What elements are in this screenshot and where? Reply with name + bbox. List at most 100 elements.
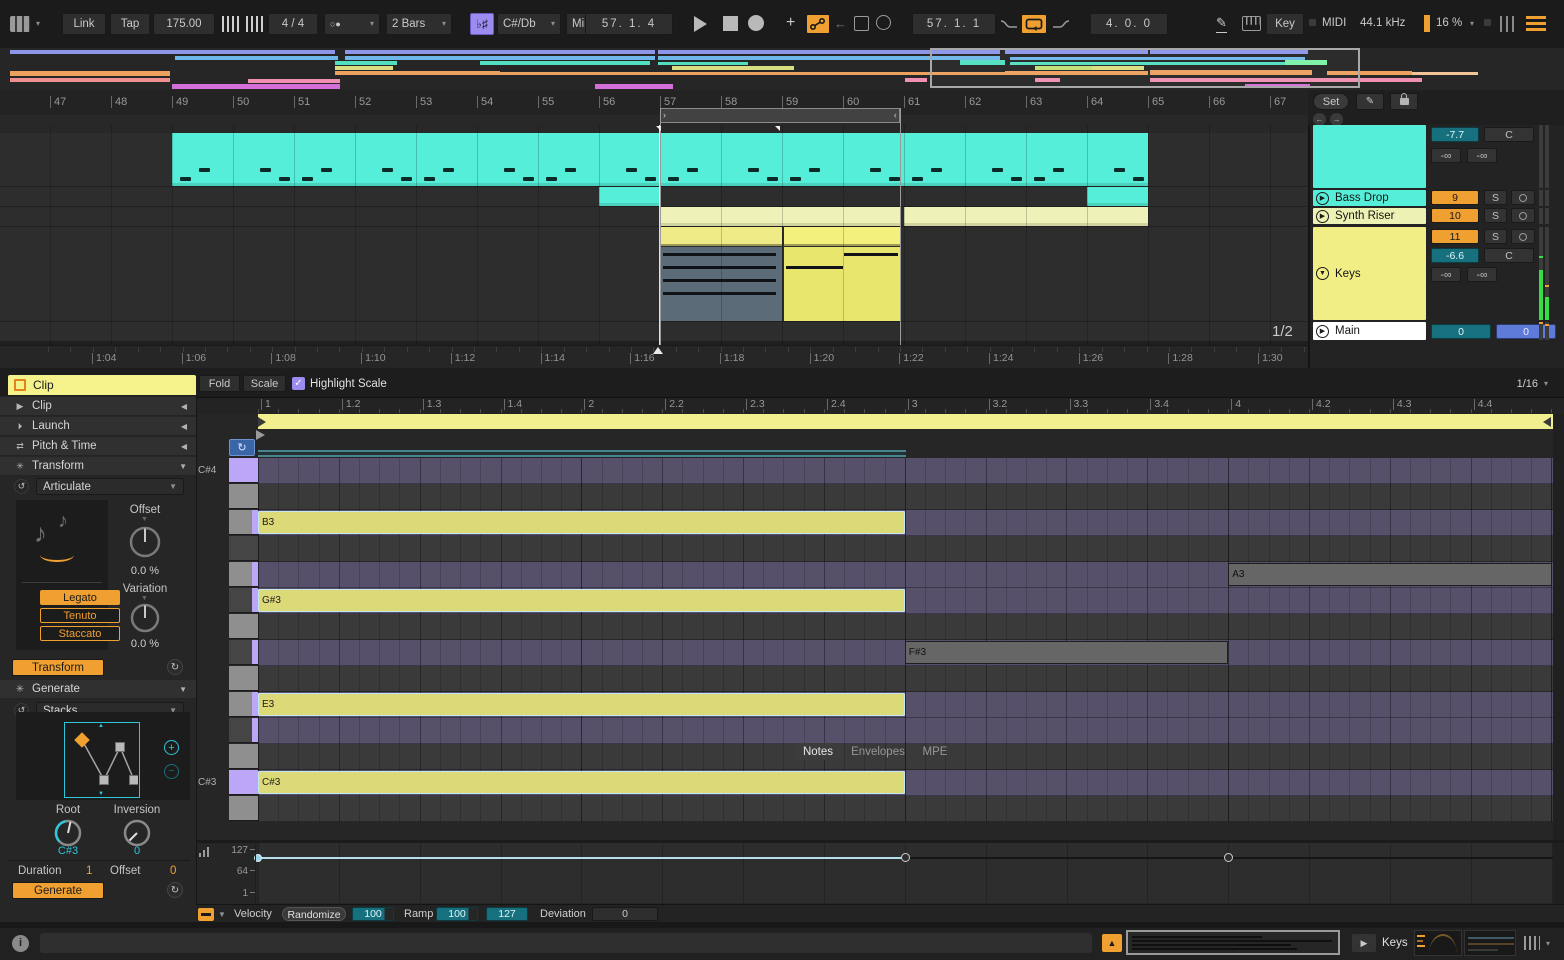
piano-key-gs3[interactable] [229,588,258,613]
section-collapsed-icon[interactable]: ◀ [181,402,187,411]
transform-apply-button[interactable]: Transform [12,659,104,676]
editor-loop-toggle[interactable]: ↻ [229,439,255,456]
track-arm-button[interactable] [1511,229,1535,244]
section-collapsed-icon[interactable]: ◀ [181,422,187,431]
track-input-field[interactable]: 11 [1431,229,1479,244]
piano-key-g3[interactable] [229,614,258,639]
remove-stack-button[interactable]: − [164,764,179,779]
track-title-chip[interactable] [1313,125,1426,188]
midi-note[interactable]: A3 [1228,563,1551,586]
piano-key-fs3[interactable] [229,640,258,665]
section-transform[interactable]: ✳Transform▼ [0,457,196,476]
variation-value[interactable]: 0.0 % [115,638,175,650]
track-play-icon[interactable]: ▶ [1316,325,1329,338]
transform-reroll-icon[interactable]: ↺ [14,479,29,494]
track-solo-button[interactable]: S [1484,208,1507,223]
mode-staccato-button[interactable]: Staccato [40,626,120,641]
piano-key-a3[interactable] [229,562,258,587]
tab-mpe[interactable]: MPE [914,743,956,760]
device-thumbnail-1[interactable] [1414,930,1462,956]
section-clip[interactable]: ▶Clip◀ [0,397,196,416]
offset-knob[interactable] [125,522,165,562]
transform-preset-menu[interactable]: Articulate▼ [36,478,184,495]
fold-button[interactable]: Fold [199,375,240,392]
root-value[interactable]: C#3 [38,845,98,857]
track-volume-field[interactable]: -6.6 [1431,248,1479,263]
piano-key-d3[interactable] [229,744,258,769]
deviation-field[interactable]: 0 [592,907,658,921]
track-pan-field[interactable]: C [1484,127,1534,142]
arrangement-minimap[interactable] [1126,930,1340,955]
section-pitch-time[interactable]: ⇄Pitch & Time◀ [0,437,196,456]
track-title-chip[interactable]: ▶Synth Riser [1313,208,1426,224]
tab-notes[interactable]: Notes [795,743,841,760]
editor-beat-ruler[interactable] [196,397,1564,414]
clip-tab[interactable]: Clip [8,375,196,395]
meter-caret-icon[interactable]: ▾ [1546,940,1550,948]
track-send-a[interactable]: -∞ [1431,267,1461,282]
piano-key-cs3[interactable] [229,770,258,795]
midi-note[interactable]: C#3 [258,771,905,794]
track-solo-button[interactable]: S [1484,229,1507,244]
track-arm-button[interactable] [1511,208,1535,223]
section-expanded-icon[interactable]: ▼ [179,462,187,471]
show-push-button[interactable]: ▲ [1102,934,1122,952]
variation-knob[interactable] [127,600,163,636]
midi-clip-header[interactable] [784,227,900,246]
add-stack-button[interactable]: + [164,740,179,755]
piano-key-cs4[interactable] [229,458,258,483]
section-generate[interactable]: ✳ Generate ▼ [0,680,196,699]
arrangement-clip[interactable] [1087,187,1148,206]
ramp-from-field[interactable]: 100 [436,907,478,921]
tab-envelopes[interactable]: Envelopes [846,743,910,760]
mode-legato-button[interactable]: Legato [40,590,120,605]
track-lane[interactable] [0,227,1308,321]
highlight-scale-label[interactable]: Highlight Scale [310,378,387,390]
lock-envelopes-button[interactable] [1390,93,1418,110]
set-locator-button[interactable]: Set [1313,93,1349,110]
track-title-chip[interactable]: ▶Main [1313,322,1426,340]
track-volume-field[interactable]: 0 [1431,324,1491,339]
track-play-icon[interactable]: ▶ [1316,192,1329,205]
lane-chooser-button[interactable] [198,908,214,921]
footer-play-button[interactable]: ▶ [1352,934,1376,952]
track-send-b[interactable]: -∞ [1467,267,1497,282]
piano-key-f3[interactable] [229,666,258,691]
track-volume-field[interactable]: -7.7 [1431,127,1479,142]
grid-value[interactable]: 1/16 [1498,378,1538,390]
device-thumbnail-2[interactable] [1464,930,1516,956]
track-solo-button[interactable]: S [1484,190,1507,205]
randomize-button[interactable]: Randomize [282,907,346,921]
track-send-a[interactable]: -∞ [1431,148,1461,163]
arrangement-loop-brace[interactable]: ›‹ [660,108,900,123]
midi-note[interactable]: F#3 [905,641,1228,664]
info-icon[interactable]: i [12,935,29,952]
status-message-field[interactable] [40,933,1092,953]
duration-value[interactable]: 1 [86,865,92,877]
piano-key-ds3[interactable] [229,718,258,743]
midi-clip-body[interactable] [784,247,900,321]
transform-refresh-button[interactable]: ↻ [167,659,183,675]
highlight-scale-checkbox[interactable]: ✓ [292,377,305,390]
generate-apply-button[interactable]: Generate [12,882,104,899]
offset-value[interactable]: 0.0 % [115,565,175,577]
draw-locator-button[interactable]: ✎ [1356,93,1384,110]
piano-key-b3[interactable] [229,510,258,535]
midi-note[interactable]: B3 [258,511,905,534]
arrangement-clip[interactable] [660,207,900,226]
clip-start-marker-icon[interactable] [256,430,265,440]
track-fold-icon[interactable]: ▼ [1316,267,1329,280]
overview-selection-frame[interactable] [930,48,1360,88]
midi-note[interactable]: E3 [258,693,905,716]
gen-offset-value[interactable]: 0 [170,865,176,877]
ramp-to-field[interactable]: 127 [486,907,528,921]
track-play-icon[interactable]: ▶ [1316,210,1329,223]
lane-caret-icon[interactable]: ▼ [218,911,226,919]
output-meter-icon[interactable] [1524,936,1540,950]
scale-fold-button[interactable]: Scale [243,375,286,392]
editor-loop-bar[interactable] [258,414,1553,429]
grid-caret-icon[interactable]: ▾ [1544,380,1548,388]
midi-note[interactable]: G#3 [258,589,905,612]
velocity-point[interactable] [901,853,910,862]
section-collapsed-icon[interactable]: ◀ [181,442,187,451]
